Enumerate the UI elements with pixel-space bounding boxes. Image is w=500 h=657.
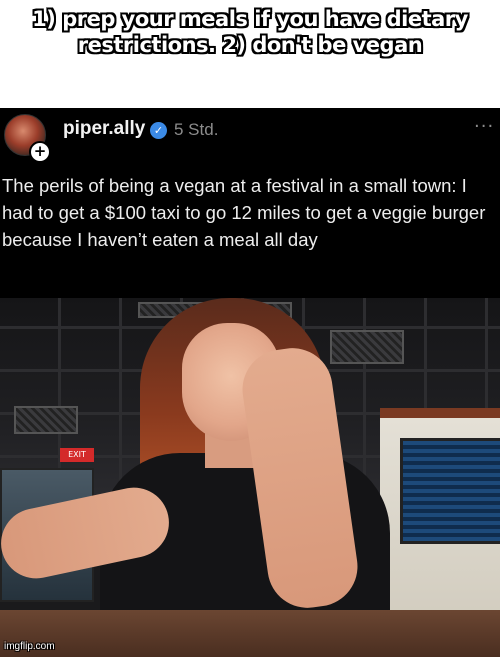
imgflip-watermark: imgflip.com bbox=[4, 641, 55, 652]
window-blinds bbox=[400, 438, 500, 544]
caption-line-1: 1) prep your meals if you have dietary bbox=[32, 7, 468, 31]
post-body-text: The perils of being a vegan at a festiva… bbox=[2, 175, 486, 250]
more-options-icon[interactable]: ··· bbox=[474, 116, 494, 137]
wooden-table bbox=[0, 610, 500, 657]
caption-text: 1) prep your meals if you have dietary r… bbox=[10, 6, 490, 58]
ceiling-vent bbox=[330, 330, 404, 364]
post-photo[interactable]: EXIT bbox=[0, 298, 500, 657]
ceiling-vent bbox=[14, 406, 78, 434]
post-timestamp: 5 Std. bbox=[174, 120, 219, 139]
meme-caption: 1) prep your meals if you have dietary r… bbox=[0, 0, 500, 108]
social-post: + piper.ally ✓ 5 Std. ··· The perils of … bbox=[0, 108, 500, 657]
caption-line-2: restrictions. 2) don't be vegan bbox=[77, 33, 423, 57]
follow-plus-icon[interactable]: + bbox=[29, 141, 51, 163]
username[interactable]: piper.ally bbox=[63, 118, 145, 140]
post-header: + piper.ally ✓ 5 Std. ··· bbox=[0, 108, 500, 164]
verified-badge-icon: ✓ bbox=[150, 122, 167, 139]
exit-sign: EXIT bbox=[60, 448, 94, 462]
